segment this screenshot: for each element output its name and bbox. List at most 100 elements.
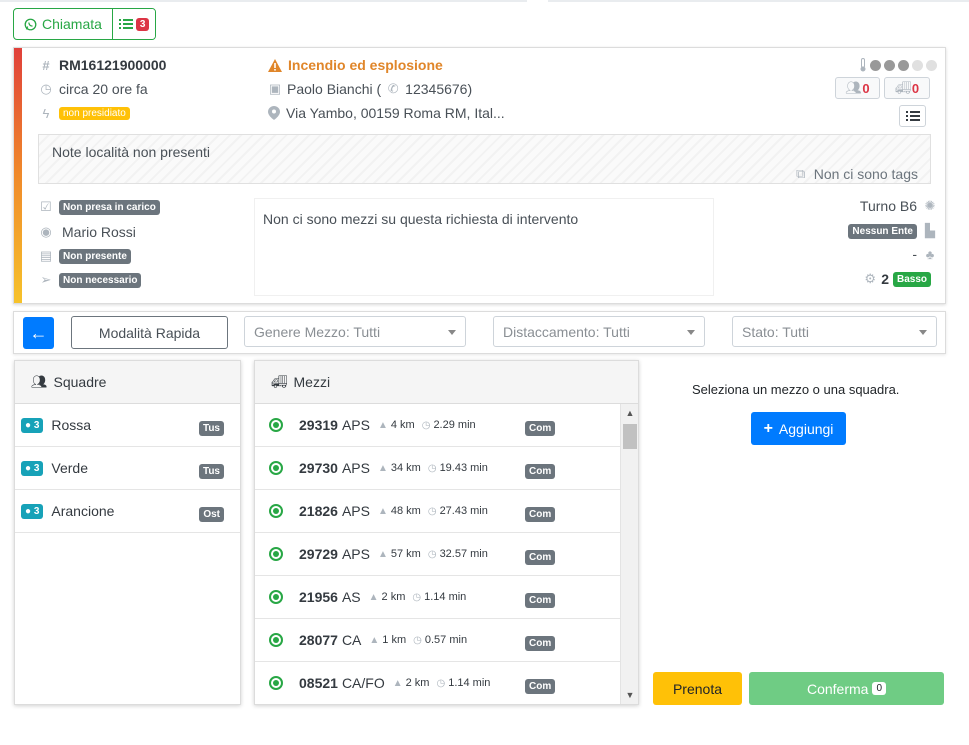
truck-icon: 🚚︎ — [271, 374, 288, 389]
mezzo-type: CA/FO — [341, 675, 385, 691]
mezzo-item[interactable]: 28077 CA ▲ 1 km ◷ 0.57 min Com — [255, 619, 638, 662]
back-button[interactable]: ← — [23, 317, 54, 349]
status-dot-icon — [269, 590, 283, 604]
list-button[interactable]: 3 — [112, 9, 156, 39]
operatore-name: Mario Rossi — [62, 224, 136, 240]
ente-row: Nessun Ente ▙ — [848, 223, 937, 239]
calendar-check-icon: ☑ — [40, 199, 52, 214]
chevron-down-icon[interactable]: ▼ — [621, 687, 638, 703]
tree-icon: ♣ — [925, 246, 935, 262]
clock-icon: ◷ — [427, 548, 437, 560]
mezzo-tag: Com — [525, 421, 556, 436]
mezzo-code: 08521 — [299, 675, 338, 691]
mezzo-item[interactable]: 21826 APS ▲ 48 km ◷ 27.43 min Com — [255, 490, 638, 533]
mezzo-distance: ▲ 48 km — [377, 505, 421, 517]
scheda-row: ▤ Non presente — [39, 248, 131, 264]
conferma-button[interactable]: Conferma 0 — [749, 672, 944, 705]
aggiungi-button[interactable]: + Aggiungi — [751, 412, 846, 445]
details-list-button[interactable] — [899, 105, 926, 127]
priority-dot — [926, 59, 937, 71]
richiesta-card[interactable]: # RM16121900000 ◷ circa 20 ore fa ϟ non … — [13, 47, 946, 304]
mezzo-code: 21956 — [299, 589, 338, 605]
priority-dot — [912, 59, 923, 71]
mezzo-item[interactable]: 29729 APS ▲ 57 km ◷ 32.57 min Com — [255, 533, 638, 576]
squadra-tag: Ost — [199, 507, 224, 522]
priority-dot — [898, 59, 909, 71]
chevron-down-icon — [687, 330, 695, 335]
modalita-rapida-button[interactable]: Modalità Rapida — [71, 316, 228, 349]
mezzo-tag: Com — [525, 550, 556, 565]
priority-indicator — [859, 58, 937, 72]
mezzo-eta: ◷ 1.14 min — [436, 677, 491, 689]
tags-row: ⧉ Non ci sono tags — [794, 166, 918, 182]
arrow-left-icon: ← — [29, 322, 48, 343]
stato-select[interactable]: Stato: Tutti — [732, 316, 937, 347]
mezzo-item[interactable]: 29730 APS ▲ 34 km ◷ 19.43 min Com — [255, 447, 638, 490]
conferma-count-badge: 0 — [872, 682, 887, 695]
squadra-item[interactable]: ● 3 Arancione Ost — [15, 490, 240, 533]
clock-icon: ◷ — [421, 419, 431, 431]
squadra-item[interactable]: ● 3 Verde Tus — [15, 447, 240, 490]
mezzo-eta: ◷ 2.29 min — [421, 419, 476, 431]
richiesta-title: Incendio ed esplosione — [288, 57, 443, 73]
mezzo-distance: ▲ 57 km — [377, 548, 421, 560]
mezzi-panel: 🚚︎ Mezzi 29319 APS ▲ 4 km ◷ 2.29 min Com 29730 A… — [254, 360, 639, 705]
genere-mezzo-value: Genere Mezzo: Tutti — [254, 323, 381, 340]
users-icon: 👥︎ — [31, 374, 48, 389]
distaccamento-select[interactable]: Distaccamento: Tutti — [493, 316, 705, 347]
rischio-badge: Basso — [892, 271, 931, 287]
prenota-label: Prenota — [672, 680, 723, 697]
squadre-count-button[interactable]: 👥︎ 0 — [835, 77, 880, 99]
paper-plane-icon: ➢ — [40, 272, 52, 287]
richiesta-time: circa 20 ore fa — [59, 81, 148, 97]
genere-mezzo-select[interactable]: Genere Mezzo: Tutti — [244, 316, 466, 347]
notes-box: Note località non presenti ⧉ Non ci sono… — [38, 134, 931, 184]
mezzo-eta: ◷ 19.43 min — [427, 462, 488, 474]
richiedente-name: Paolo Bianchi ( — [287, 81, 382, 97]
mezzo-item[interactable]: 29319 APS ▲ 4 km ◷ 2.29 min Com — [255, 404, 638, 447]
road-icon: ▲ — [377, 548, 388, 560]
mezzo-item[interactable]: 08521 CA/FO ▲ 2 km ◷ 1.14 min Com — [255, 662, 638, 704]
mezzi-scrollbar[interactable]: ▲ ▼ — [620, 404, 638, 704]
scroll-thumb[interactable] — [623, 424, 637, 449]
tags-text: Non ci sono tags — [813, 166, 918, 182]
squadra-tag: Tus — [198, 421, 224, 436]
chevron-down-icon — [448, 330, 456, 335]
mezzo-type: APS — [341, 546, 370, 562]
richiedente-row: ▣ Paolo Bianchi ( ✆ 12345676) — [268, 81, 472, 97]
mezzo-eta: ◷ 1.14 min — [412, 591, 467, 603]
mezzo-item[interactable]: 21956 AS ▲ 2 km ◷ 1.14 min Com — [255, 576, 638, 619]
squadra-item[interactable]: ● 3 Rossa Tus — [15, 404, 240, 447]
mezzo-distance: ▲ 2 km — [368, 591, 406, 603]
mezzi-count-button[interactable]: 🚚︎ 0 — [884, 77, 930, 99]
road-icon: ▲ — [369, 634, 380, 646]
code-row: # RM16121900000 — [39, 57, 166, 73]
cogs-icon: ⚙ — [864, 271, 877, 286]
squadre-header: 👥︎ Squadre — [15, 361, 240, 404]
road-icon: ▲ — [377, 505, 388, 517]
users-icon: 👥︎ — [845, 80, 862, 95]
mezzi-message: Non ci sono mezzi su questa richiesta di… — [263, 211, 579, 227]
status-dot-icon — [269, 676, 283, 690]
chevron-up-icon[interactable]: ▲ — [621, 405, 638, 421]
chiamata-label: Chiamata — [42, 16, 102, 32]
clock-icon: ◷ — [427, 462, 437, 474]
notes-text: Note località non presenti — [52, 144, 210, 160]
squadra-name: Verde — [51, 460, 88, 476]
prenota-button[interactable]: Prenota — [653, 672, 742, 705]
mezzo-type: AS — [341, 589, 361, 605]
squadra-count-badge: ● 3 — [21, 460, 44, 476]
spinner-icon: ✺ — [924, 198, 936, 213]
presidio-badge: non presidiato — [59, 107, 130, 120]
top-button-group: Chiamata 3 — [13, 8, 157, 40]
mezzi-message-box: Non ci sono mezzi su questa richiesta di… — [254, 198, 714, 296]
mezzi-title: Mezzi — [293, 374, 331, 390]
clock-icon: ◷ — [436, 677, 446, 689]
rischio-row: ⚙ 2 Basso — [863, 271, 931, 287]
mezzo-type: APS — [341, 503, 370, 519]
squadra-count-badge: ● 3 — [21, 417, 44, 433]
chiamata-button[interactable]: Chiamata — [14, 9, 113, 39]
invio-row: ➢ Non necessario — [39, 272, 142, 288]
mezzo-distance: ▲ 4 km — [377, 419, 415, 431]
squadre-panel: 👥︎ Squadre ● 3 Rossa Tus ● 3 Verde Tus ●… — [14, 360, 241, 705]
